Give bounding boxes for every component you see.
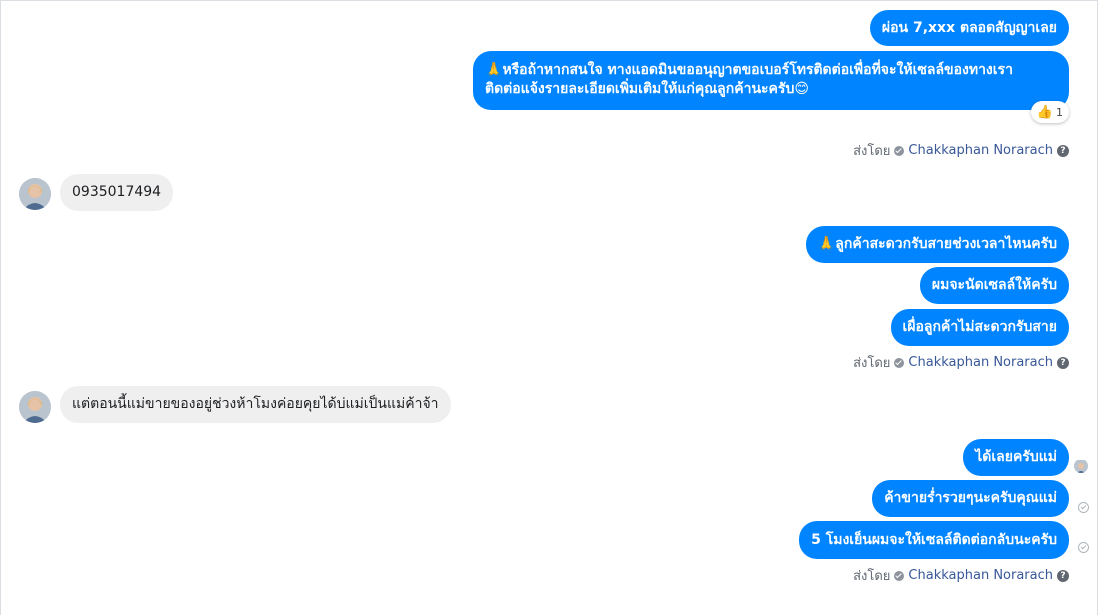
message-text: ค้าขายร่ำรวยๆนะครับคุณแม่ (884, 490, 1057, 506)
outgoing-message[interactable]: 5 โมงเย็นผมจะให้เซลล์ติดต่อกลับนะครับ (799, 521, 1069, 559)
outgoing-message[interactable]: เผื่อลูกค้าไม่สะดวกรับสาย (890, 309, 1069, 346)
contact-avatar[interactable] (19, 391, 51, 423)
seen-avatar (1074, 459, 1088, 473)
message-text: ผมจะนัดเซลล์ให้ครับ (931, 277, 1057, 293)
sent-by-label: ส่งโดย (853, 569, 891, 584)
sender-name-link[interactable]: Chakkaphan Norarach (908, 568, 1053, 583)
help-icon[interactable]: ? (1057, 569, 1069, 582)
message-text: แต่ตอนนี้แม่ขายของอยู่ช่วงห้าโมงค่อยคุยไ… (72, 396, 439, 412)
check-circle-icon (894, 145, 905, 156)
message-text-line-2: ติดต่อแจ้งรายละเอียดเพิ่มเติมให้แก่คุณลู… (485, 81, 795, 97)
outgoing-message[interactable]: ผ่อน 7,xxx ตลอดสัญญาเลย (869, 10, 1069, 46)
pray-emoji: 🙏 (817, 236, 836, 252)
help-icon[interactable]: ? (1057, 356, 1069, 369)
seen-avatar-image (1074, 460, 1088, 473)
outgoing-message[interactable]: ผมจะนัดเซลล์ให้ครับ (919, 267, 1069, 304)
avatar-image (19, 391, 51, 423)
sender-name-link[interactable]: Chakkaphan Norarach (908, 143, 1053, 158)
check-circle-icon (894, 357, 905, 368)
sent-by-label: ส่งโดย (853, 356, 891, 371)
message-text-line-1: หรือถ้าหากสนใจ ทางแอดมินขออนุญาตขอเบอร์โ… (502, 62, 1013, 78)
sent-by-line: ส่งโดย Chakkaphan Norarach ? (853, 352, 1069, 373)
message-text: 0935017494 (72, 184, 162, 200)
message-text: ได้เลยครับแม่ (975, 449, 1057, 465)
reaction-count: 1 (1056, 105, 1063, 119)
message-text: ลูกค้าสะดวกรับสายช่วงเวลาไหนครับ (835, 236, 1057, 252)
sent-by-line: ส่งโดย Chakkaphan Norarach ? (853, 565, 1069, 586)
check-circle-icon (894, 570, 905, 581)
delivered-check-icon (1078, 502, 1089, 513)
outgoing-message[interactable]: ได้เลยครับแม่ (963, 439, 1069, 476)
reaction-badge[interactable]: 👍 1 (1030, 101, 1069, 123)
avatar-image (19, 178, 51, 210)
help-icon[interactable]: ? (1057, 144, 1069, 157)
conversation-thread: ผ่อน 7,xxx ตลอดสัญญาเลย 🙏หรือถ้าหากสนใจ … (0, 0, 1098, 615)
smile-emoji: 😊 (794, 81, 809, 97)
pray-emoji: 🙏 (485, 62, 503, 78)
sent-by-label: ส่งโดย (853, 144, 891, 159)
contact-avatar[interactable] (19, 178, 51, 210)
delivered-check-icon (1078, 542, 1089, 553)
incoming-message[interactable]: แต่ตอนนี้แม่ขายของอยู่ช่วงห้าโมงค่อยคุยไ… (60, 386, 451, 423)
message-text: ผ่อน 7,xxx ตลอดสัญญาเลย (881, 19, 1057, 36)
thumbs-up-icon: 👍 (1036, 104, 1053, 120)
outgoing-message[interactable]: 🙏 ลูกค้าสะดวกรับสายช่วงเวลาไหนครับ (805, 226, 1069, 263)
message-text: เผื่อลูกค้าไม่สะดวกรับสาย (902, 319, 1057, 335)
incoming-message[interactable]: 0935017494 (60, 174, 174, 211)
outgoing-message[interactable]: 🙏หรือถ้าหากสนใจ ทางแอดมินขออนุญาตขอเบอร์… (473, 51, 1069, 110)
sender-name-link[interactable]: Chakkaphan Norarach (908, 355, 1053, 370)
message-text: 5 โมงเย็นผมจะให้เซลล์ติดต่อกลับนะครับ (811, 531, 1057, 548)
sent-by-line: ส่งโดย Chakkaphan Norarach ? (853, 140, 1069, 161)
outgoing-message[interactable]: ค้าขายร่ำรวยๆนะครับคุณแม่ (872, 480, 1069, 517)
